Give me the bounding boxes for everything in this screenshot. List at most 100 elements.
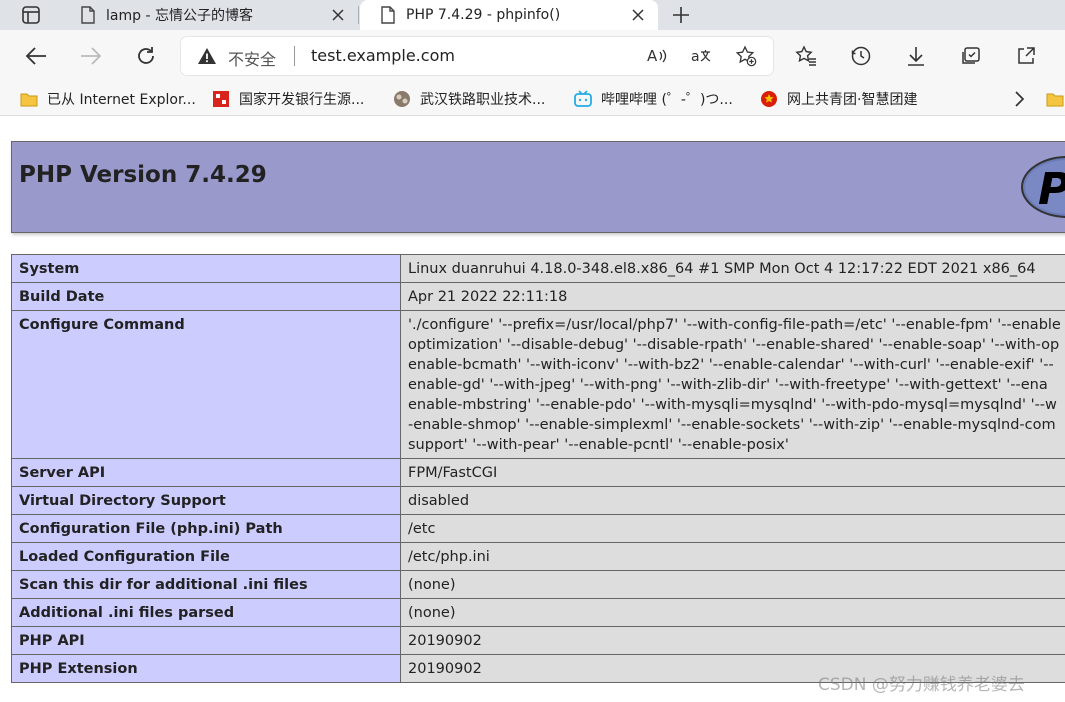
info-row: Loaded Configuration File/etc/php.ini: [11, 542, 1065, 571]
info-row: Configuration File (php.ini) Path/etc: [11, 514, 1065, 543]
info-label: Build Date: [11, 282, 401, 311]
document-icon: [81, 6, 95, 24]
league-emblem-icon: [761, 91, 777, 107]
favorites-button[interactable]: [790, 40, 822, 72]
info-label: PHP API: [11, 626, 401, 655]
bookmark-label: 已从 Internet Explor...: [47, 92, 196, 108]
info-value-line: enable-gd' '--with-jpeg' '--with-png' '-…: [408, 377, 1048, 393]
favorites-icon: [795, 45, 816, 66]
tab-phpinfo[interactable]: PHP 7.4.29 - phpinfo(): [360, 0, 658, 30]
close-tab-icon[interactable]: [630, 7, 646, 23]
info-value: (none): [400, 570, 1065, 599]
info-row: Configure Command './configure' '--prefix…: [11, 310, 1065, 459]
info-value-line: -enable-shmop' '--enable-simplexml' '--e…: [408, 417, 1056, 433]
tab-actions-icon: [22, 6, 40, 24]
info-value: /etc: [400, 514, 1065, 543]
new-tab-button[interactable]: [658, 0, 704, 30]
bookmark-bilibili[interactable]: 哔哩哔哩 (゜-゜)つ...: [574, 88, 733, 110]
history-icon: [851, 46, 871, 66]
add-favorite-icon[interactable]: [734, 44, 758, 68]
forward-arrow-icon: [81, 47, 102, 65]
info-label: System: [11, 254, 401, 283]
bookmark-wuhan-railway[interactable]: 武汉铁路职业技术...: [393, 88, 545, 110]
svg-text:a: a: [691, 49, 700, 65]
back-arrow-icon: [25, 47, 46, 65]
info-value-line: support' '--with-pear' '--enable-pcntl' …: [408, 437, 789, 453]
downloads-button[interactable]: [900, 40, 932, 72]
address-divider: [294, 46, 295, 66]
bookmarks-overflow-button[interactable]: [1012, 88, 1026, 110]
info-value-line: (none): [408, 577, 456, 593]
url-text[interactable]: test.example.com: [311, 46, 455, 65]
bookmark-cdb[interactable]: 国家开发银行生源...: [212, 88, 364, 110]
bookmark-label: 武汉铁路职业技术...: [420, 92, 546, 108]
share-icon: [1018, 47, 1035, 64]
share-button[interactable]: [1010, 40, 1042, 72]
security-status[interactable]: 不安全: [228, 46, 276, 70]
chevron-right-icon: [1015, 91, 1025, 107]
address-bar[interactable]: 不安全 test.example.com A a: [181, 37, 773, 75]
info-value-line: Apr 21 2022 22:11:18: [408, 289, 568, 305]
collections-icon: [962, 47, 980, 64]
translate-icon[interactable]: a: [689, 44, 713, 68]
info-label: Loaded Configuration File: [11, 542, 401, 571]
document-icon: [381, 6, 395, 24]
info-value: disabled: [400, 486, 1065, 515]
cdb-logo-icon: [213, 91, 229, 107]
info-label: Virtual Directory Support: [11, 486, 401, 515]
browser-toolbar: 不安全 test.example.com A a: [0, 30, 1065, 82]
bookmark-label: 国家开发银行生源...: [239, 92, 365, 108]
info-value-line: './configure' '--prefix=/usr/local/php7'…: [408, 317, 1061, 333]
info-value-line: enable-bcmath' '--with-iconv' '--with-bz…: [408, 357, 1054, 373]
collections-button[interactable]: [955, 40, 987, 72]
history-button[interactable]: [845, 40, 877, 72]
info-label: Configure Command: [11, 310, 401, 459]
info-value: './configure' '--prefix=/usr/local/php7'…: [400, 310, 1065, 459]
info-row: Server API FPM/FastCGI: [11, 458, 1065, 487]
bookmark-label: 网上共青团·智慧团建: [787, 92, 918, 108]
tab-separator: [358, 6, 359, 24]
info-value-line: Linux duanruhui 4.18.0-348.el8.x86_64 #1…: [408, 261, 1036, 277]
info-label: Configuration File (php.ini) Path: [11, 514, 401, 543]
tab-actions-button[interactable]: [8, 0, 54, 30]
info-value-line: FPM/FastCGI: [408, 465, 498, 481]
other-favorites-folder[interactable]: [1046, 88, 1065, 110]
read-aloud-icon[interactable]: A: [645, 44, 669, 68]
info-value-line: (none): [408, 605, 456, 621]
info-value-line: disabled: [408, 493, 470, 509]
info-value-line: optimization' '--disable-debug' '--disab…: [408, 337, 1060, 353]
warning-icon[interactable]: [197, 46, 217, 66]
info-value: Linux duanruhui 4.18.0-348.el8.x86_64 #1…: [400, 254, 1065, 283]
info-value: (none): [400, 598, 1065, 627]
refresh-button[interactable]: [130, 40, 162, 72]
info-value: 20190902: [400, 626, 1065, 655]
forward-button[interactable]: [75, 40, 107, 72]
close-tab-icon[interactable]: [330, 7, 346, 23]
info-label: Server API: [11, 458, 401, 487]
bookmark-ie-folder[interactable]: 已从 Internet Explor...: [20, 88, 196, 110]
bookmark-youth-league[interactable]: 网上共青团·智慧团建: [760, 88, 917, 110]
download-icon: [908, 47, 924, 66]
bilibili-icon: [574, 90, 592, 107]
info-row: Build Date Apr 21 2022 22:11:18: [11, 282, 1065, 311]
tab-lamp-blog[interactable]: lamp - 忘情公子的博客: [60, 0, 358, 30]
info-label: Additional .ini files parsed: [11, 598, 401, 627]
info-value-line: enable-mbstring' '--enable-pdo' '--with-…: [408, 397, 1057, 413]
bookmarks-bar: 已从 Internet Explor... 国家开发银行生源... 武汉铁路职业…: [0, 82, 1065, 116]
refresh-icon: [138, 47, 154, 64]
folder-icon: [1046, 93, 1064, 107]
svg-text:A: A: [647, 47, 658, 65]
info-row: Additional .ini files parsed (none): [11, 598, 1065, 627]
back-button[interactable]: [20, 40, 52, 72]
info-row: Scan this dir for additional .ini files (…: [11, 570, 1065, 599]
info-row: Virtual Directory Support disabled: [11, 486, 1065, 515]
info-row: System Linux duanruhui 4.18.0-348.el8.x86…: [11, 254, 1065, 283]
info-value-line: 20190902: [408, 633, 482, 649]
info-value: Apr 21 2022 22:11:18: [400, 282, 1065, 311]
info-label: Scan this dir for additional .ini files: [11, 570, 401, 599]
php-logo-icon: P: [1021, 156, 1065, 218]
page-title: PHP Version 7.4.29: [19, 162, 267, 188]
info-value: /etc/php.ini: [400, 542, 1065, 571]
folder-icon: [20, 93, 38, 107]
watermark: CSDN @努力赚钱养老婆去: [818, 675, 1025, 695]
